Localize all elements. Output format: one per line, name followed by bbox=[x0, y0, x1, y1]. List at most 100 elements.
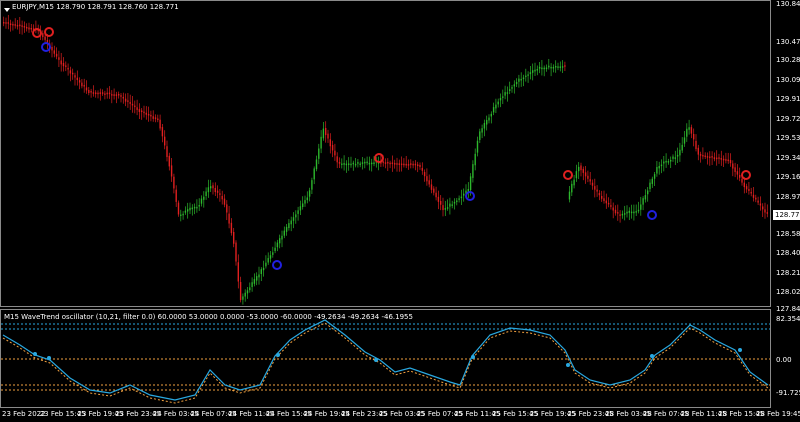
candle bbox=[460, 196, 463, 199]
candle bbox=[354, 163, 357, 166]
candle bbox=[166, 146, 168, 158]
candle bbox=[168, 155, 170, 167]
candle bbox=[446, 207, 449, 209]
candle bbox=[279, 238, 281, 244]
candle bbox=[421, 167, 423, 171]
candle bbox=[483, 123, 486, 129]
candle bbox=[5, 22, 7, 24]
candle bbox=[223, 198, 226, 205]
candle bbox=[435, 192, 437, 198]
candle bbox=[308, 190, 311, 197]
candle bbox=[720, 158, 722, 160]
candle bbox=[134, 105, 136, 108]
candle bbox=[683, 137, 686, 144]
candle bbox=[364, 161, 366, 164]
candle bbox=[697, 147, 699, 155]
candle bbox=[506, 92, 509, 94]
candle bbox=[412, 163, 414, 166]
price-axis-label: 128.025 bbox=[776, 288, 800, 296]
candle bbox=[440, 201, 442, 205]
candle bbox=[580, 165, 582, 171]
symbol-info[interactable]: EURJPY,M15 128.790 128.791 128.760 128.7… bbox=[4, 3, 179, 12]
candle bbox=[545, 67, 548, 70]
candle bbox=[51, 46, 53, 51]
candle bbox=[90, 91, 92, 93]
candle bbox=[92, 92, 95, 94]
candle bbox=[456, 200, 458, 203]
candle bbox=[591, 182, 594, 186]
candle bbox=[423, 172, 426, 177]
candle bbox=[492, 107, 495, 113]
candle bbox=[642, 198, 644, 205]
candle bbox=[621, 213, 624, 216]
candle bbox=[253, 279, 256, 284]
signal-marker-icon bbox=[741, 170, 751, 180]
candle bbox=[95, 92, 97, 94]
candle bbox=[463, 193, 465, 196]
oscillator-label[interactable]: M15 WaveTrend oscillator (10,21, filter … bbox=[4, 313, 413, 321]
price-axis-label: 129.535 bbox=[776, 134, 800, 142]
candle bbox=[472, 164, 474, 178]
price-axis-label: 128.210 bbox=[776, 269, 800, 277]
candle bbox=[256, 276, 258, 281]
candle bbox=[373, 162, 375, 165]
candle bbox=[359, 163, 361, 166]
candle bbox=[541, 67, 543, 70]
candle bbox=[458, 198, 460, 200]
candle bbox=[497, 101, 499, 105]
candle bbox=[306, 197, 308, 201]
signal-marker-icon bbox=[465, 191, 475, 201]
candlestick-series bbox=[3, 14, 768, 305]
price-axis-label: 130.470 bbox=[776, 38, 800, 46]
candle bbox=[596, 189, 598, 192]
candle bbox=[511, 87, 513, 89]
candle bbox=[444, 208, 446, 210]
candle bbox=[419, 164, 421, 167]
candle bbox=[584, 172, 587, 177]
candle bbox=[292, 217, 295, 221]
candle bbox=[529, 72, 532, 75]
current-price-tag: 128.771 bbox=[773, 210, 800, 220]
candle bbox=[53, 50, 55, 54]
chart-canvas[interactable] bbox=[0, 0, 800, 422]
candle bbox=[290, 220, 292, 225]
candle bbox=[74, 75, 76, 78]
candle bbox=[672, 156, 674, 159]
candle bbox=[624, 213, 626, 215]
candle bbox=[352, 162, 354, 165]
candle bbox=[391, 162, 394, 164]
candle bbox=[734, 167, 736, 172]
signal-marker-icon bbox=[41, 42, 51, 52]
candle bbox=[138, 109, 141, 112]
candle bbox=[196, 206, 198, 209]
candle bbox=[699, 154, 702, 156]
candle bbox=[515, 82, 518, 85]
price-axis-label: 128.400 bbox=[776, 249, 800, 257]
candle bbox=[175, 189, 177, 202]
candle bbox=[244, 292, 246, 297]
candle bbox=[157, 118, 159, 121]
price-axis-label: 130.845 bbox=[776, 0, 800, 8]
candle bbox=[327, 133, 329, 139]
candle bbox=[184, 210, 187, 213]
candle bbox=[295, 214, 297, 218]
signal-marker-icon bbox=[647, 210, 657, 220]
candle bbox=[690, 127, 693, 134]
candle bbox=[205, 191, 207, 196]
candle bbox=[617, 212, 619, 214]
candle bbox=[230, 222, 233, 234]
candle bbox=[336, 156, 338, 163]
candle bbox=[598, 193, 601, 196]
candle bbox=[587, 175, 589, 179]
candle bbox=[548, 65, 550, 68]
candle bbox=[315, 159, 318, 170]
candle bbox=[329, 139, 331, 147]
candle bbox=[607, 202, 610, 205]
price-axis-label: 130.285 bbox=[776, 56, 800, 64]
candle bbox=[3, 22, 5, 24]
candle bbox=[525, 75, 527, 78]
dropdown-arrow-icon[interactable] bbox=[4, 8, 10, 12]
candle bbox=[366, 161, 368, 164]
candle bbox=[187, 209, 189, 212]
candle bbox=[44, 36, 46, 40]
